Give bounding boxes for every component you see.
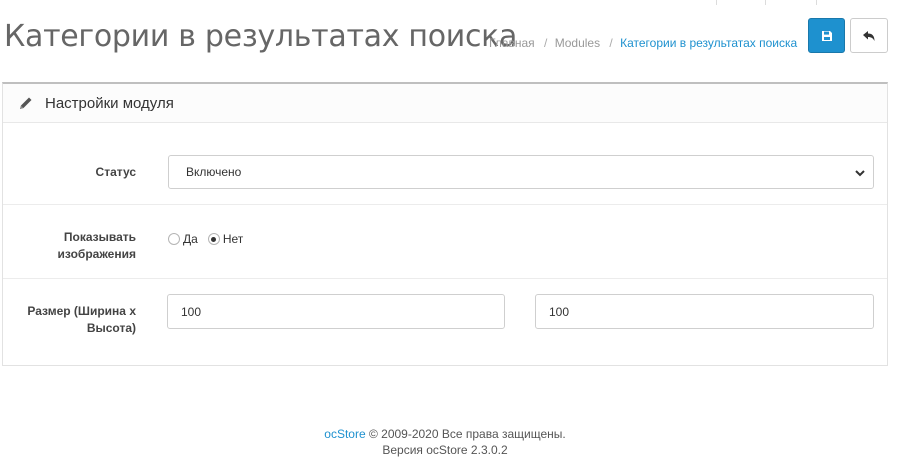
reply-arrow-icon [863,30,875,41]
status-label: Статус [95,165,136,179]
breadcrumb-home[interactable]: Главная [489,36,535,50]
breadcrumb-separator: / [609,36,613,50]
top-strip-divider [765,0,766,5]
breadcrumb-modules[interactable]: Modules [555,36,600,50]
size-label-line1: Размер (Ширина х [27,304,136,318]
footer-brand-link[interactable]: ocStore [324,427,365,441]
panel-title: Настройки модуля [45,94,174,112]
pencil-icon [20,97,32,109]
module-settings-panel: Настройки модуля Статус Включено Показыв… [2,82,888,366]
radio-yes-label[interactable]: Да [183,232,198,246]
breadcrumb-current[interactable]: Категории в результатах поиска [620,36,797,50]
status-select-value: Включено [186,165,242,179]
back-button[interactable] [850,18,888,53]
radio-no-label[interactable]: Нет [223,232,243,246]
show-images-radio-group: Да Нет [168,232,253,246]
top-strip [0,0,898,5]
footer-copyright-line: ocStore © 2009-2020 Все права защищены. [0,426,890,442]
breadcrumb: Главная / Modules / Категории в результа… [489,36,797,50]
show-images-label: Показывать изображения [3,229,136,263]
radio-yes[interactable] [168,233,180,245]
row-divider [3,204,887,205]
radio-no[interactable] [207,233,220,245]
size-label: Размер (Ширина х Высота) [3,303,136,337]
top-strip-divider [716,0,717,5]
breadcrumb-separator: / [544,36,548,50]
top-strip-divider [816,0,817,5]
width-input[interactable] [167,294,505,329]
chevron-down-icon [855,170,865,177]
save-button[interactable] [808,18,845,53]
floppy-disk-icon [821,30,832,41]
show-images-label-line2: изображения [57,247,136,261]
status-select[interactable]: Включено [168,155,874,189]
row-divider [3,278,887,279]
size-label-line2: Высота) [86,321,136,335]
footer-copyright: © 2009-2020 Все права защищены. [368,427,566,441]
footer: ocStore © 2009-2020 Все права защищены. … [0,426,890,458]
panel-heading: Настройки модуля [3,84,887,123]
footer-version: Версия ocStore 2.3.0.2 [382,443,508,457]
height-input[interactable] [535,294,874,329]
show-images-label-line1: Показывать [63,230,136,244]
page-title: Категории в результатах поиска [4,19,518,54]
